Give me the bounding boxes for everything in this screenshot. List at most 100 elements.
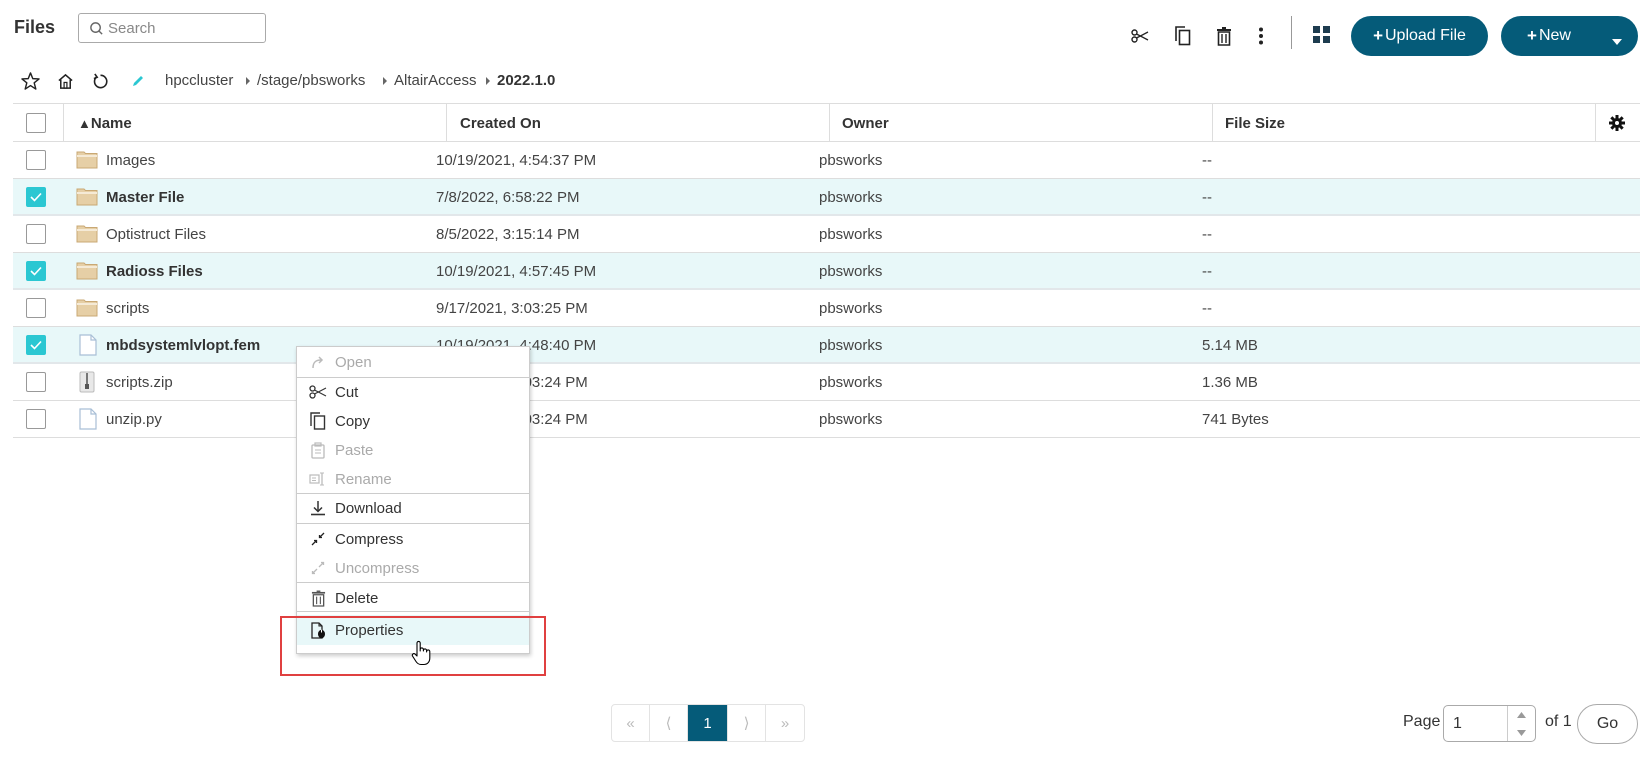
menu-item-compress[interactable]: Compress (297, 524, 529, 554)
checkmark-icon (30, 192, 42, 202)
refresh-icon (93, 72, 108, 88)
file-name[interactable]: Optistruct Files (106, 216, 206, 252)
next-page-button[interactable]: ⟩ (728, 705, 766, 741)
file-name[interactable]: unzip.py (106, 401, 162, 437)
table-row[interactable]: Radioss Files 10/19/2021, 4:57:45 PM pbswo… (13, 253, 1640, 290)
plus-icon: + (1373, 26, 1383, 45)
owner: pbsworks (819, 410, 883, 428)
grid-view-button[interactable] (1310, 22, 1332, 46)
home-button[interactable] (54, 70, 76, 92)
file-name[interactable]: scripts (106, 290, 149, 326)
menu-item-copy[interactable]: Copy (297, 406, 529, 436)
first-page-button[interactable]: « (612, 705, 650, 741)
go-button[interactable]: Go (1577, 704, 1638, 744)
pagination: « ⟨ 1 ⟩ » (611, 704, 805, 742)
folder-icon (76, 297, 98, 319)
prev-page-button[interactable]: ⟨ (650, 705, 688, 741)
file-size: 741 Bytes (1202, 410, 1269, 428)
menu-item-cut[interactable]: Cut (297, 377, 529, 407)
folder-icon (76, 149, 98, 171)
column-header-name[interactable]: ▲ Name (78, 104, 132, 142)
row-checkbox[interactable] (26, 150, 46, 170)
row-checkbox[interactable] (26, 335, 46, 355)
new-button[interactable]: + New (1501, 16, 1638, 56)
row-checkbox[interactable] (26, 372, 46, 392)
menu-item-delete[interactable]: Delete (297, 583, 529, 613)
column-settings-button[interactable] (1609, 104, 1625, 142)
menu-item-label: Delete (335, 589, 379, 607)
delete-icon (1217, 27, 1231, 46)
file-name[interactable]: mbdsystemlvlopt.fem (106, 327, 260, 363)
row-checkbox[interactable] (26, 298, 46, 318)
file-name[interactable]: Radioss Files (106, 253, 203, 289)
last-page-button[interactable]: » (766, 705, 804, 741)
open-icon (307, 355, 329, 369)
row-checkbox[interactable] (26, 409, 46, 429)
table-row[interactable]: mbdsystemlvlopt.fem 10/19/2021, 4:48:40 P… (13, 327, 1640, 364)
rename-icon (307, 472, 329, 486)
row-checkbox[interactable] (26, 224, 46, 244)
new-dropdown-toggle[interactable] (1612, 32, 1622, 50)
refresh-button[interactable] (89, 70, 111, 92)
favorite-button[interactable] (19, 70, 41, 92)
page-1-button[interactable]: 1 (688, 705, 728, 741)
select-all-checkbox[interactable] (26, 113, 46, 133)
search-input[interactable] (108, 19, 258, 37)
file-name[interactable]: Images (106, 142, 155, 178)
column-header-owner[interactable]: Owner (842, 104, 889, 142)
page-number-field[interactable] (1443, 705, 1536, 742)
delete-button[interactable] (1213, 24, 1235, 48)
created-on: 7/8/2022, 6:58:22 PM (436, 188, 580, 206)
context-menu: Open Cut Copy Paste Rename Download Compress Un… (296, 346, 530, 654)
table-row[interactable]: scripts.zip9/17/2021, 3:03:24 PMpbsworks… (13, 364, 1640, 401)
row-checkbox[interactable] (26, 261, 46, 281)
copy-icon (307, 412, 329, 430)
menu-item-uncompress[interactable]: Uncompress (297, 553, 529, 583)
edit-path-button[interactable] (127, 70, 149, 92)
spinner-up-icon[interactable] (1517, 712, 1526, 718)
copy-icon (1175, 26, 1191, 46)
breadcrumb-item-altairaccess[interactable]: AltairAccess (394, 72, 477, 89)
table-row[interactable]: Images 10/19/2021, 4:54:37 PM pbsworks -- (13, 142, 1640, 179)
more-options-button[interactable] (1250, 24, 1272, 48)
search-box[interactable] (78, 13, 266, 43)
column-header-file-size[interactable]: File Size (1225, 104, 1285, 142)
zip-file-icon (79, 371, 101, 393)
menu-item-download[interactable]: Download (297, 493, 529, 523)
cut-button[interactable] (1129, 24, 1151, 48)
sort-ascending-icon: ▲ (78, 115, 91, 131)
menu-item-label: Uncompress (335, 559, 420, 577)
menu-item-label: Compress (335, 530, 404, 548)
row-checkbox[interactable] (26, 187, 46, 207)
compress-icon (307, 532, 329, 546)
table-row[interactable]: Optistruct Files 8/5/2022, 3:15:14 PM pbsw… (13, 216, 1640, 253)
paste-icon (307, 441, 329, 459)
file-icon (79, 408, 101, 430)
table-row[interactable]: scripts 9/17/2021, 3:03:25 PM pbsworks -- (13, 290, 1640, 327)
folder-icon (76, 260, 98, 282)
menu-item-paste[interactable]: Paste (297, 435, 529, 465)
created-on: 10/19/2021, 4:54:37 PM (436, 151, 597, 169)
page-spinner[interactable] (1507, 706, 1535, 741)
file-name[interactable]: scripts.zip (106, 364, 173, 400)
menu-item-open[interactable]: Open (297, 347, 529, 377)
menu-item-label: Open (335, 353, 372, 371)
owner: pbsworks (819, 151, 883, 169)
created-on: 8/5/2022, 3:15:14 PM (436, 225, 580, 243)
copy-button[interactable] (1172, 24, 1194, 48)
table-row[interactable]: unzip.py9/17/2021, 3:03:24 PMpbsworks741… (13, 401, 1640, 438)
home-icon (57, 73, 73, 89)
search-icon (90, 21, 103, 35)
table-row[interactable]: Master File 7/8/2022, 6:58:22 PM pbsworks -… (13, 179, 1640, 216)
menu-item-rename[interactable]: Rename (297, 464, 529, 494)
breadcrumb-item-hpccluster[interactable]: hpccluster (165, 72, 233, 89)
upload-file-button[interactable]: + Upload File (1351, 16, 1488, 56)
file-name[interactable]: Master File (106, 179, 184, 215)
page-number-input[interactable] (1453, 714, 1513, 733)
breadcrumb-separator (246, 77, 250, 85)
breadcrumb-item-stage-pbsworks[interactable]: /stage/pbsworks (257, 72, 365, 89)
column-divider (446, 104, 447, 142)
column-header-created-on[interactable]: Created On (460, 104, 541, 142)
column-divider (1595, 104, 1596, 142)
spinner-down-icon[interactable] (1517, 730, 1526, 736)
